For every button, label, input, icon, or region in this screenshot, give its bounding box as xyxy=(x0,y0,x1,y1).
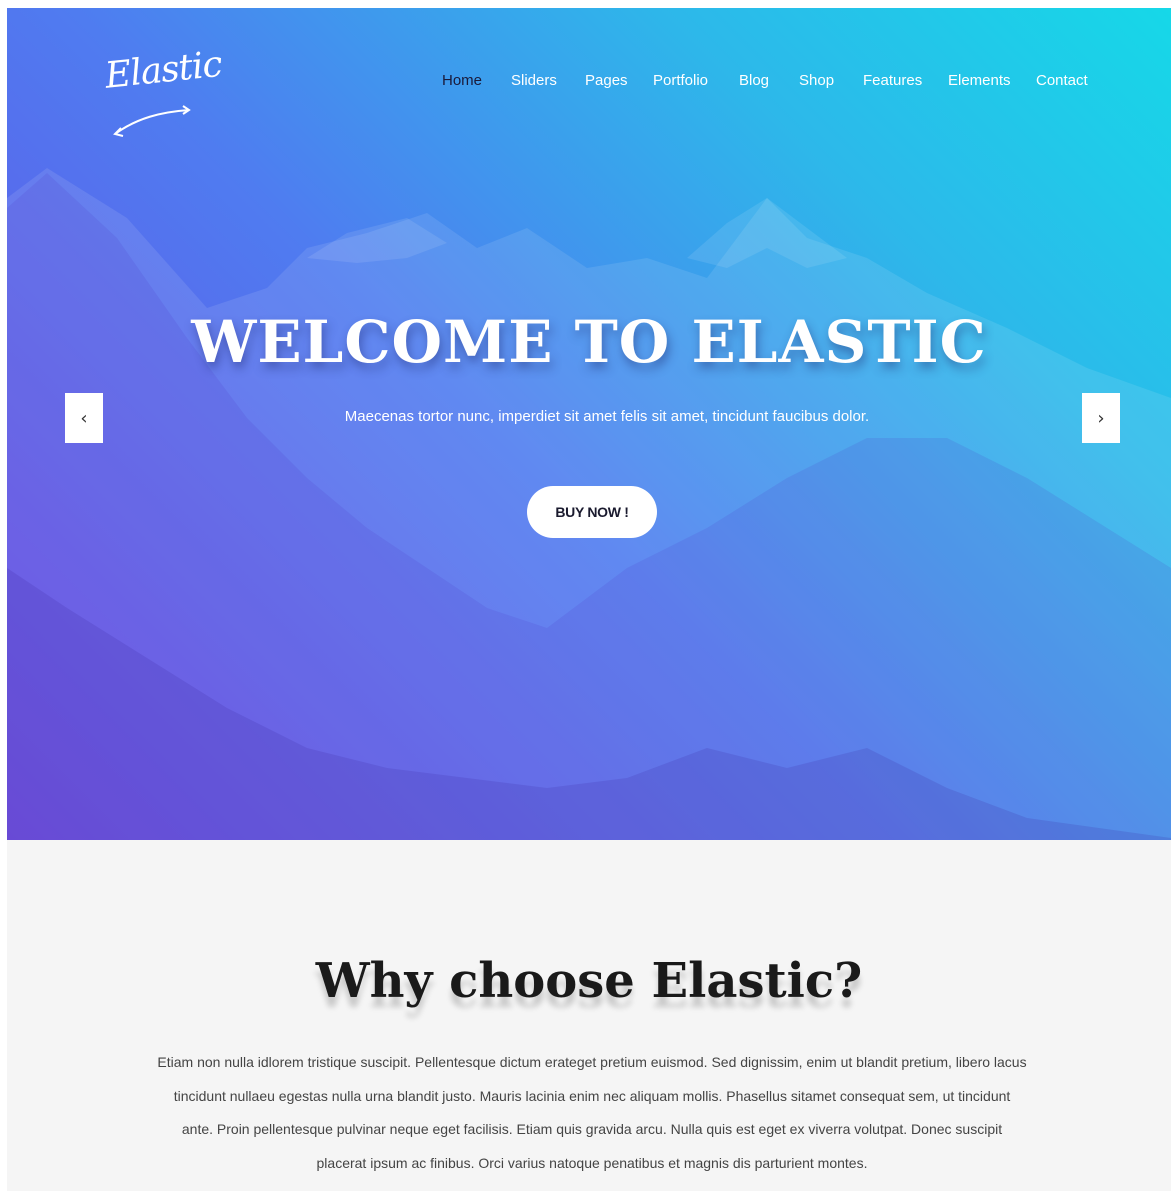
nav-item-sliders[interactable]: Sliders xyxy=(511,72,557,89)
nav-item-portfolio[interactable]: Portfolio xyxy=(653,72,708,89)
page: Elastic Home Sliders Pages Portfolio Blo… xyxy=(7,8,1171,1191)
nav-item-elements[interactable]: Elements xyxy=(948,72,1011,89)
buy-now-button[interactable]: BUY NOW ! xyxy=(527,486,657,538)
hero-title: WELCOME TO ELASTIC xyxy=(191,308,987,376)
nav-item-blog[interactable]: Blog xyxy=(739,72,769,89)
chevron-left-icon: ‹ xyxy=(80,407,88,429)
slider-prev-button[interactable]: ‹ xyxy=(65,393,103,443)
hero-slider: Elastic Home Sliders Pages Portfolio Blo… xyxy=(7,8,1171,840)
why-section-body: Etiam non nulla idlorem tristique suscip… xyxy=(157,1054,1027,1171)
nav-item-pages[interactable]: Pages xyxy=(585,72,628,89)
hero-subtitle: Maecenas tortor nunc, imperdiet sit amet… xyxy=(344,408,870,425)
nav-item-contact[interactable]: Contact xyxy=(1036,72,1088,89)
nav-item-features[interactable]: Features xyxy=(863,72,922,89)
logo-arrow-icon xyxy=(113,105,191,137)
why-section-title: Why choose Elastic? xyxy=(315,953,863,1009)
slider-next-button[interactable]: › xyxy=(1082,393,1120,443)
nav-item-home[interactable]: Home xyxy=(442,72,482,89)
nav-item-shop[interactable]: Shop xyxy=(799,72,834,89)
chevron-right-icon: › xyxy=(1097,407,1105,429)
logo[interactable]: Elastic xyxy=(103,44,224,137)
